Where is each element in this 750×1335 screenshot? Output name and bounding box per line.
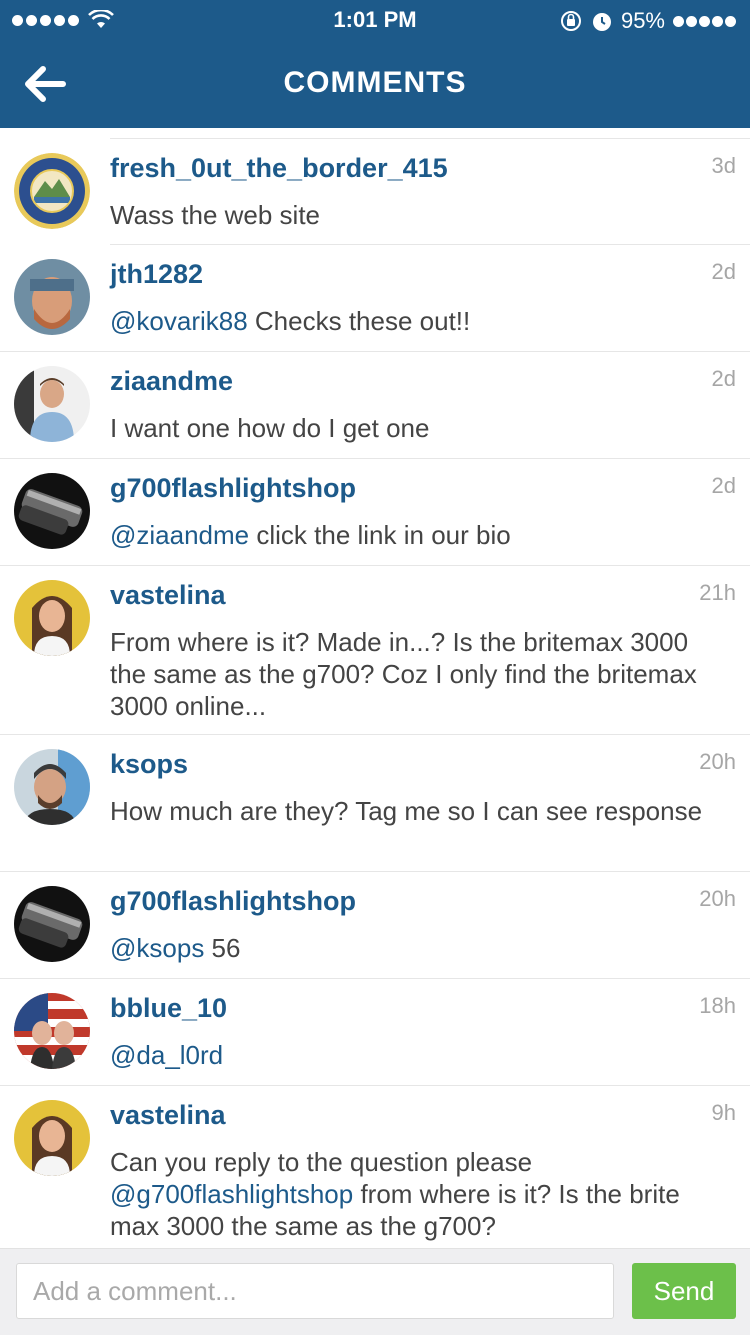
comment-text: Wass the web site — [110, 199, 730, 231]
comment-item: ksops How much are they? Tag me so I can … — [0, 735, 750, 872]
comment-timestamp: 2d — [711, 259, 736, 284]
avatar[interactable] — [14, 473, 90, 549]
comment-username[interactable]: vastelina — [110, 1098, 226, 1132]
comment-item: vastelina Can you reply to the question p… — [0, 1086, 750, 1255]
comment-body: ksops How much are they? Tag me so I can … — [110, 747, 736, 827]
comment-timestamp: 3d — [711, 153, 736, 178]
comment-body: vastelina From where is it? Made in...? I… — [110, 578, 736, 722]
avatar[interactable] — [14, 366, 90, 442]
mention-link[interactable]: @g700flashlightshop — [110, 1179, 353, 1209]
comment-username[interactable]: fresh_0ut_the_border_415 — [110, 151, 448, 185]
comment-text: @ksops 56 — [110, 932, 730, 964]
comment-text-segment: click the link in our bio — [249, 520, 511, 550]
top-bar: 1:01 PM 95% COMMENTS — [0, 0, 750, 128]
comment-timestamp: 20h — [699, 749, 736, 774]
comment-text-segment: Checks these out!! — [247, 306, 471, 336]
comment-timestamp: 18h — [699, 993, 736, 1018]
comment-body: ziaandme I want one how do I get one — [110, 364, 736, 444]
comment-body: bblue_10 @da_l0rd — [110, 991, 736, 1071]
comment-text: @da_l0rd — [110, 1039, 730, 1071]
comment-username[interactable]: bblue_10 — [110, 991, 227, 1025]
comment-timestamp: 9h — [711, 1100, 736, 1125]
mention-link[interactable]: @da_l0rd — [110, 1040, 223, 1070]
comment-text-segment: How much are they? Tag me so I can see r… — [110, 796, 703, 826]
status-right: 95% — [559, 8, 738, 34]
comment-body: jth1282 @kovarik88 Checks these out!! — [110, 257, 736, 337]
comment-username[interactable]: ksops — [110, 747, 188, 781]
comment-item: bblue_10 @da_l0rd 18h — [0, 979, 750, 1086]
battery-dot-icon — [699, 15, 710, 27]
battery-dot-icon — [712, 15, 723, 27]
alarm-icon — [591, 9, 613, 33]
comment-text: @kovarik88 Checks these out!! — [110, 305, 730, 337]
avatar[interactable] — [14, 749, 90, 825]
comment-item: ziaandme I want one how do I get one 2d — [0, 352, 750, 459]
comment-input[interactable] — [16, 1263, 614, 1319]
battery-dot-icon — [673, 15, 684, 27]
comment-item: g700flashlightshop @ksops 56 20h — [0, 872, 750, 979]
avatar[interactable] — [14, 259, 90, 335]
battery-dot-icon — [686, 15, 697, 27]
comment-text: From where is it? Made in...? Is the bri… — [110, 626, 730, 722]
battery-percent: 95% — [620, 8, 665, 33]
avatar[interactable] — [14, 886, 90, 962]
mention-link[interactable]: @ziaandme — [110, 520, 249, 550]
avatar[interactable] — [14, 993, 90, 1069]
comment-text-segment: From where is it? Made in...? Is the bri… — [110, 627, 697, 721]
status-bar: 1:01 PM 95% — [0, 0, 750, 40]
nav-bar: COMMENTS — [0, 40, 750, 128]
avatar[interactable] — [14, 580, 90, 656]
comment-body: vastelina Can you reply to the question p… — [110, 1098, 736, 1242]
comment-username[interactable]: g700flashlightshop — [110, 471, 356, 505]
comment-username[interactable]: vastelina — [110, 578, 226, 612]
comment-timestamp: 2d — [711, 366, 736, 391]
comment-body: fresh_0ut_the_border_415 Wass the web sit… — [110, 151, 736, 231]
comment-text: @ziaandme click the link in our bio — [110, 519, 730, 551]
comment-text: How much are they? Tag me so I can see r… — [110, 795, 730, 827]
page-title: COMMENTS — [283, 66, 467, 99]
avatar[interactable] — [14, 1100, 90, 1176]
comment-item: fresh_0ut_the_border_415 Wass the web sit… — [14, 138, 750, 245]
comment-item: g700flashlightshop @ziaandme click the li… — [0, 459, 750, 566]
comment-username[interactable]: jth1282 — [110, 257, 203, 291]
comments-list: fresh_0ut_the_border_415 Wass the web sit… — [0, 138, 750, 1255]
comment-text-segment: Can you reply to the question please — [110, 1147, 533, 1177]
comment-text-segment: Wass the web site — [110, 200, 321, 230]
comment-username[interactable]: g700flashlightshop — [110, 884, 356, 918]
comment-timestamp: 21h — [699, 580, 736, 605]
send-button[interactable]: Send — [632, 1263, 736, 1319]
comment-item: vastelina From where is it? Made in...? I… — [0, 566, 750, 735]
mention-link[interactable]: @ksops — [110, 933, 204, 963]
avatar[interactable] — [14, 153, 90, 229]
comment-text-segment: 56 — [204, 933, 241, 963]
comment-timestamp: 2d — [711, 473, 736, 498]
comment-body: g700flashlightshop @ziaandme click the li… — [110, 471, 736, 551]
comment-text: Can you reply to the question please @g7… — [110, 1146, 730, 1242]
comment-text-segment: I want one how do I get one — [110, 413, 430, 443]
comment-body: g700flashlightshop @ksops 56 — [110, 884, 736, 964]
rotation-lock-icon — [559, 9, 583, 33]
comment-input-bar: Send — [0, 1248, 750, 1335]
comment-username[interactable]: ziaandme — [110, 364, 233, 398]
comment-item: jth1282 @kovarik88 Checks these out!! 2d — [0, 245, 750, 352]
comment-text: I want one how do I get one — [110, 412, 730, 444]
mention-link[interactable]: @kovarik88 — [110, 306, 248, 336]
comment-timestamp: 20h — [699, 886, 736, 911]
battery-dot-icon — [725, 15, 736, 27]
